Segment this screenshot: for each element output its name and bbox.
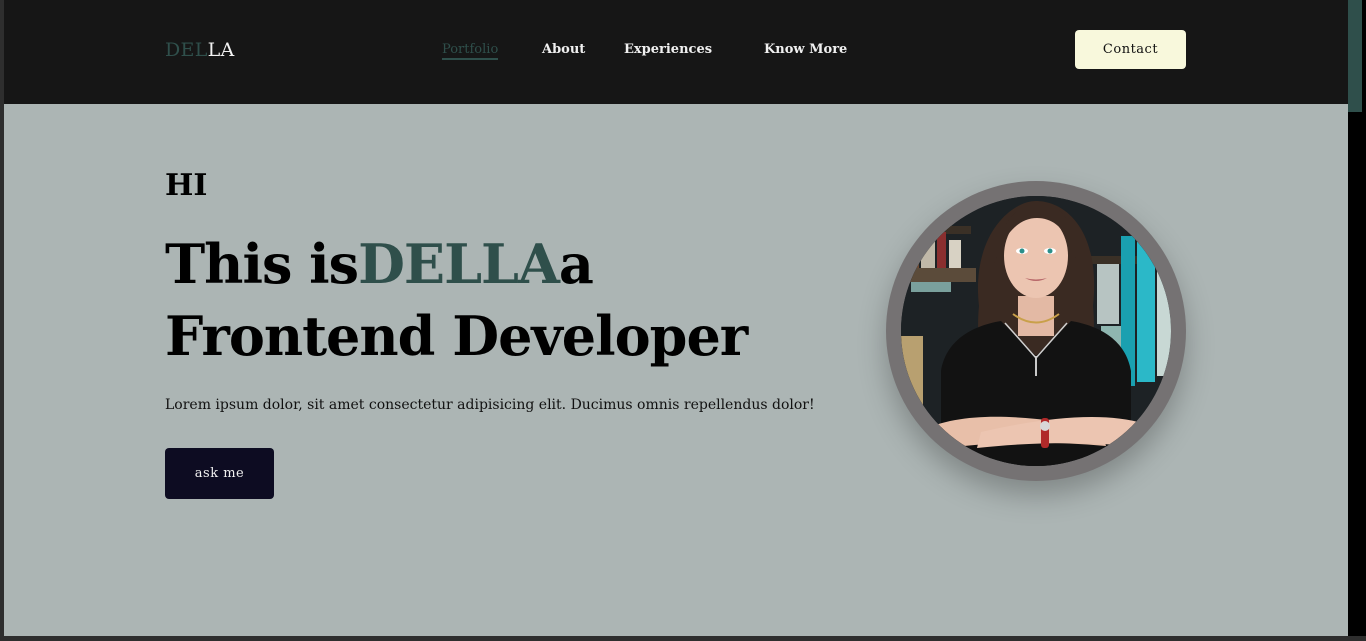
portrait-photo bbox=[901, 196, 1171, 466]
nav-link-experiences[interactable]: Experiences bbox=[624, 42, 712, 57]
hero-greeting: HI bbox=[165, 168, 208, 203]
nav-link-portfolio[interactable]: Portfolio bbox=[442, 42, 499, 60]
headline-name: DELLA bbox=[358, 232, 560, 296]
portrait-illustration bbox=[901, 196, 1171, 466]
page: DELLA Portfolio About Experiences Know M… bbox=[4, 0, 1348, 636]
ask-me-button[interactable]: ask me bbox=[165, 448, 274, 499]
site-header: DELLA Portfolio About Experiences Know M… bbox=[4, 0, 1348, 104]
window-frame-bottom bbox=[0, 636, 1366, 641]
logo[interactable]: DELLA bbox=[165, 39, 235, 61]
scrollbar-thumb[interactable] bbox=[1348, 0, 1362, 112]
contact-button[interactable]: Contact bbox=[1075, 30, 1186, 69]
logo-part-2: LA bbox=[207, 39, 235, 61]
portrait-frame bbox=[886, 181, 1186, 481]
nav-link-know-more[interactable]: Know More bbox=[764, 42, 847, 57]
hero-headline: This isDELLAa Frontend Developer bbox=[165, 228, 855, 372]
nav-link-about[interactable]: About bbox=[542, 42, 585, 57]
headline-prefix: This is bbox=[165, 232, 359, 296]
hero-lead-text: Lorem ipsum dolor, sit amet consectetur … bbox=[165, 397, 815, 413]
scrollbar[interactable] bbox=[1348, 0, 1366, 641]
logo-part-1: DEL bbox=[165, 39, 208, 61]
